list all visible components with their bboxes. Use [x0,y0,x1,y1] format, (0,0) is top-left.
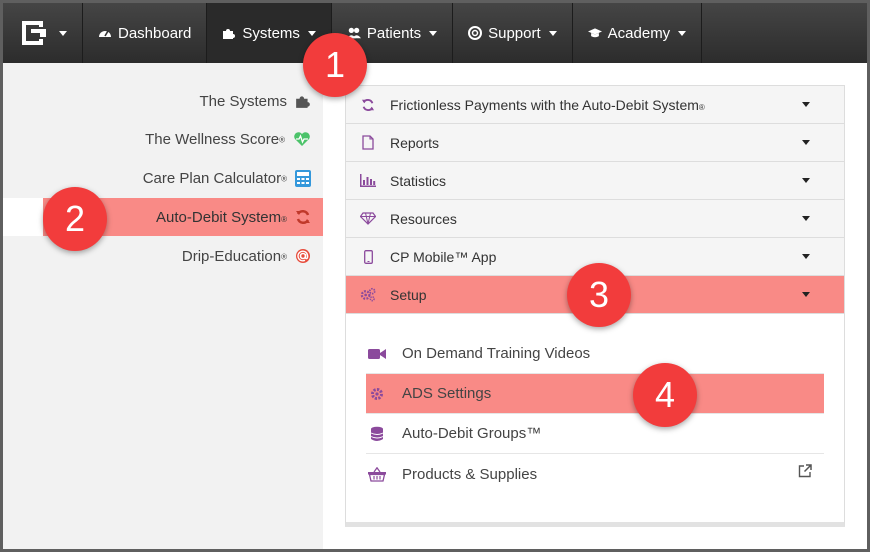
sidebar-item-label: The Wellness Score® [145,130,285,148]
puzzle-icon [222,26,236,40]
at-icon [296,249,310,263]
mobile-icon [360,249,376,264]
nav-dashboard[interactable]: Dashboard [83,3,208,63]
external-link-icon[interactable] [798,464,812,482]
chevron-down-icon [678,30,687,36]
section-statistics[interactable]: Statistics [346,162,844,200]
sidebar-item-care-plan-calculator[interactable]: Care Plan Calculator® [143,159,311,197]
nav-patients-label: Patients [366,24,422,42]
sidebar-item-label: Auto-Debit System® [156,208,287,226]
menu-item-label: Auto-Debit Groups™ [402,425,542,442]
heartbeat-icon [294,132,310,146]
step-badge-2: 2 [43,187,107,251]
basket-icon [368,466,386,482]
sidebar-item-the-systems[interactable]: The Systems [199,82,311,120]
section-title: Statistics [390,172,447,189]
top-nav: Dashboard Systems Patients Support Acade… [3,3,867,63]
nav-dashboard-label: Dashboard [118,24,192,42]
section-frictionless-payments[interactable]: Frictionless Payments with the Auto-Debi… [346,86,844,124]
chevron-down-icon[interactable] [802,216,810,221]
menu-item-products-supplies[interactable]: Products & Supplies [366,454,824,494]
chevron-down-icon[interactable] [802,102,810,107]
menu-item-training-videos[interactable]: On Demand Training Videos [366,334,824,374]
chevron-down-icon [548,30,557,36]
menu-item-auto-debit-groups[interactable]: Auto-Debit Groups™ [366,414,824,454]
step-badge-3: 3 [567,263,631,327]
sidebar-item-label: The Systems [199,92,287,110]
file-icon [360,135,376,150]
calculator-icon [295,169,311,187]
menu-item-label: ADS Settings [402,385,492,402]
logo-icon [21,21,46,45]
step-badge-4: 4 [633,363,697,427]
section-title: Reports [390,134,440,151]
chevron-down-icon[interactable] [802,292,810,297]
sidebar-item-label: Care Plan Calculator® [142,169,287,187]
refresh-icon [360,98,376,112]
chevron-down-icon[interactable] [802,254,810,259]
setup-submenu: On Demand Training Videos ADS Settings A… [346,314,844,494]
diamond-icon [360,212,376,225]
logo-menu[interactable] [3,3,83,63]
refresh-icon [296,209,310,225]
dashboard-icon [98,26,112,40]
gear-icon [368,387,386,401]
step-badge-1: 1 [303,33,367,97]
sidebar-item-label: Drip-Education® [181,247,287,265]
graduation-cap-icon [587,26,602,40]
section-title: Resources [390,210,457,227]
sidebar-item-wellness-score[interactable]: The Wellness Score® [145,120,311,158]
lifebuoy-icon [468,26,483,40]
nav-systems-label: Systems [242,24,300,42]
menu-item-label: On Demand Training Videos [402,345,591,362]
sidebar: The Systems The Wellness Score® Care Pla… [3,63,323,549]
nav-support-label: Support [488,24,541,42]
nav-academy[interactable]: Academy [573,3,703,63]
chevron-down-icon [307,30,316,36]
menu-item-label: Products & Supplies [402,465,538,483]
nav-academy-label: Academy [607,24,671,42]
chevron-down-icon [429,30,438,36]
app-window: Dashboard Systems Patients Support Acade… [0,0,870,552]
chevron-down-icon[interactable] [802,178,810,183]
nav-support[interactable]: Support [453,3,573,63]
video-camera-icon [368,348,386,360]
cogs-icon [360,287,376,302]
menu-item-ads-settings[interactable]: ADS Settings [366,374,824,414]
chevron-down-icon[interactable] [802,140,810,145]
database-icon [368,426,386,442]
chevron-down-icon [58,30,67,36]
bar-chart-icon [360,174,376,187]
section-resources[interactable]: Resources [346,200,844,238]
section-title: CP Mobile™ App [390,248,497,265]
sidebar-item-drip-education[interactable]: Drip-Education® [182,237,311,275]
section-reports[interactable]: Reports [346,124,844,162]
section-title: Frictionless Payments with the Auto-Debi… [390,96,705,113]
puzzle-icon [296,96,310,108]
